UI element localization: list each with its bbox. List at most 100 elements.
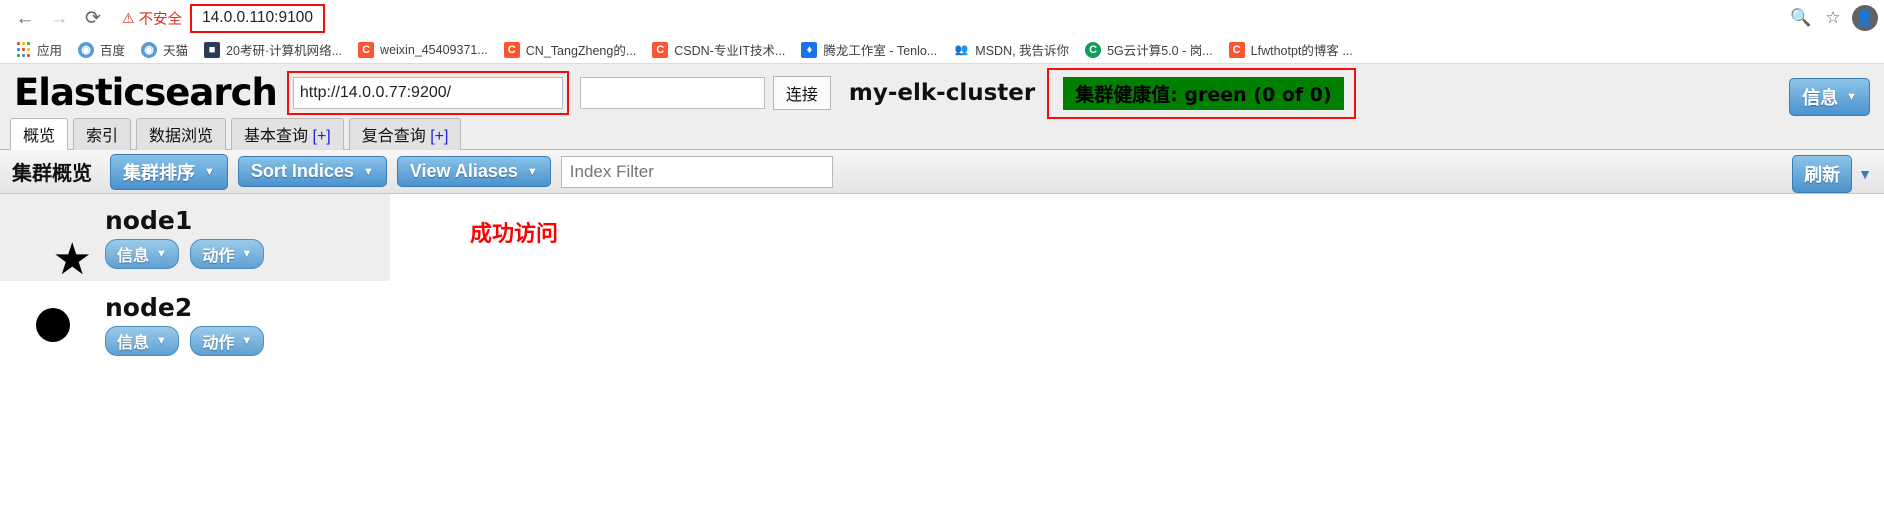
csdn-icon: C	[1228, 41, 1245, 58]
elasticsearch-head-app: Elasticsearch 连接 my-elk-cluster 集群健康值: g…	[0, 64, 1884, 507]
sort-indices-label: Sort Indices	[250, 161, 354, 181]
node-details: node1 信息 ▼ 动作 ▼	[105, 206, 271, 269]
csdn-icon: C	[503, 41, 520, 58]
tab-label: 索引	[86, 128, 119, 145]
sort-indices-button[interactable]: Sort Indices ▼	[237, 156, 387, 187]
annotation-text: 成功访问	[470, 222, 559, 247]
bookmarks-bar: 应用 ◉ 百度 ◉ 天猫 ■ 20考研·计算机网络... C weixin_45…	[0, 36, 1884, 64]
csdn-icon: C	[358, 41, 375, 58]
folder-icon: ■	[204, 41, 221, 58]
cluster-url-highlight	[286, 71, 569, 115]
bookmark-item[interactable]: C weixin_45409371...	[351, 38, 495, 62]
bookmark-label: 20考研·计算机网络...	[226, 44, 343, 58]
browser-actions: 🔍 ☆ 👤	[1784, 0, 1884, 36]
tab-overview[interactable]: 概览	[10, 118, 69, 150]
address-bar-url[interactable]: 14.0.0.110:9100	[190, 3, 325, 33]
tab-basic-query[interactable]: 基本查询 [+]	[231, 118, 344, 150]
cluster-url-input[interactable]	[292, 77, 563, 109]
overview-title: 集群概览	[12, 161, 92, 185]
cluster-sort-label: 集群排序	[123, 162, 195, 183]
bookmark-label: CSDN-专业IT技术...	[674, 44, 786, 58]
bookmark-item[interactable]: ♦ 腾龙工作室 - Tenlo...	[794, 38, 944, 62]
bookmark-star-icon[interactable]: ☆	[1818, 3, 1848, 33]
node-name: node2	[105, 293, 193, 322]
view-aliases-button[interactable]: View Aliases ▼	[396, 156, 551, 187]
csdn-green-icon: C	[1085, 41, 1102, 58]
bookmark-label: 应用	[37, 44, 63, 58]
node-name: node1	[105, 206, 193, 235]
bookmark-label: 天猫	[163, 44, 189, 58]
zoom-icon[interactable]: 🔍	[1786, 3, 1816, 33]
bookmark-item[interactable]: ■ 20考研·计算机网络...	[197, 38, 349, 62]
chevron-down-icon: ▼	[156, 335, 167, 347]
globe-icon: ◉	[78, 41, 95, 58]
overview-toolbar: 集群概览 集群排序 ▼ Sort Indices ▼ View Aliases …	[0, 150, 1884, 194]
node-info-button[interactable]: 信息 ▼	[105, 326, 179, 356]
bookmark-item[interactable]: 应用	[8, 38, 69, 62]
connect-button[interactable]: 连接	[772, 76, 831, 110]
bookmark-label: weixin_45409371...	[380, 42, 488, 57]
site-icon: ♦	[801, 41, 818, 58]
node-action-button[interactable]: 动作 ▼	[190, 239, 265, 269]
tab-label: 基本查询	[244, 128, 309, 145]
profile-avatar-icon[interactable]: 👤	[1852, 5, 1878, 31]
bookmark-item[interactable]: ◉ 天猫	[134, 38, 195, 62]
bookmark-label: 百度	[100, 44, 126, 58]
circle-data-icon	[35, 307, 70, 342]
tab-data-browse[interactable]: 数据浏览	[136, 118, 227, 150]
node-actions: 信息 ▼ 动作 ▼	[105, 239, 271, 269]
csdn-icon: C	[652, 41, 669, 58]
msdn-icon: 👥	[953, 41, 970, 58]
chevron-down-icon: ▼	[362, 165, 374, 178]
app-header: Elasticsearch 连接 my-elk-cluster 集群健康值: g…	[0, 64, 1884, 120]
omnibox[interactable]: ⚠ 不安全 14.0.0.110:9100	[122, 3, 1874, 33]
chevron-down-icon: ▼	[1846, 91, 1857, 103]
tab-composite-query[interactable]: 复合查询 [+]	[348, 118, 462, 150]
bookmark-label: 腾龙工作室 - Tenlo...	[823, 44, 938, 58]
node-info-button[interactable]: 信息 ▼	[105, 239, 179, 269]
bookmark-item[interactable]: C Lfwthotpt的博客 ...	[1222, 38, 1360, 62]
node-row: ★ node1 信息 ▼ 动作 ▼	[0, 194, 390, 281]
tab-label: 数据浏览	[149, 128, 214, 145]
expand-plus-icon[interactable]: [+]	[313, 128, 331, 145]
tab-label: 概览	[23, 128, 56, 145]
bookmark-label: 5G云计算5.0 - 岗...	[1107, 44, 1213, 58]
bookmark-label: MSDN, 我告诉你	[975, 44, 1070, 58]
bookmark-item[interactable]: C CSDN-专业IT技术...	[645, 38, 792, 62]
apps-grid-icon	[15, 42, 31, 58]
forward-button[interactable]: →	[44, 3, 74, 33]
node-info-label: 信息	[117, 248, 150, 265]
node-action-label: 动作	[202, 335, 235, 352]
node-action-button[interactable]: 动作 ▼	[190, 326, 265, 356]
chevron-down-icon[interactable]: ▼	[1858, 166, 1872, 182]
cluster-overview-body: ★ node1 信息 ▼ 动作 ▼ node2 信息 ▼ 动作 ▼ 成功访问	[0, 194, 1884, 507]
node-details: node2 信息 ▼ 动作 ▼	[105, 293, 271, 356]
bookmark-item[interactable]: ◉ 百度	[71, 38, 132, 62]
cluster-sort-button[interactable]: 集群排序 ▼	[110, 153, 228, 190]
bookmark-item[interactable]: C 5G云计算5.0 - 岗...	[1078, 38, 1220, 62]
header-info-button[interactable]: 信息 ▼	[1789, 78, 1870, 116]
cluster-name: my-elk-cluster	[848, 80, 1036, 106]
refresh-controls: 刷新 ▼	[1792, 155, 1872, 193]
node-role-cell	[0, 307, 105, 342]
tab-bar: 概览 索引 数据浏览 基本查询 [+] 复合查询 [+]	[0, 118, 1884, 150]
secondary-input[interactable]	[579, 77, 765, 109]
node-info-label: 信息	[117, 335, 150, 352]
cluster-health-highlight: 集群健康值: green (0 of 0)	[1047, 67, 1356, 119]
header-info-label: 信息	[1802, 88, 1839, 108]
tab-label: 复合查询	[361, 128, 426, 145]
expand-plus-icon[interactable]: [+]	[430, 128, 448, 145]
tab-indices[interactable]: 索引	[73, 118, 132, 150]
bookmark-item[interactable]: 👥 MSDN, 我告诉你	[946, 38, 1076, 62]
back-button[interactable]: ←	[10, 3, 40, 33]
node-actions: 信息 ▼ 动作 ▼	[105, 326, 271, 356]
bookmark-item[interactable]: C CN_TangZheng的...	[497, 38, 643, 62]
index-filter-input[interactable]	[560, 155, 833, 188]
reload-button[interactable]: ⟳	[78, 3, 108, 33]
bookmark-label: CN_TangZheng的...	[525, 44, 637, 58]
node-row: node2 信息 ▼ 动作 ▼	[0, 281, 390, 368]
chevron-down-icon: ▼	[241, 335, 253, 347]
chevron-down-icon: ▼	[156, 248, 167, 260]
refresh-button[interactable]: 刷新	[1792, 155, 1853, 193]
chevron-down-icon: ▼	[241, 248, 253, 260]
